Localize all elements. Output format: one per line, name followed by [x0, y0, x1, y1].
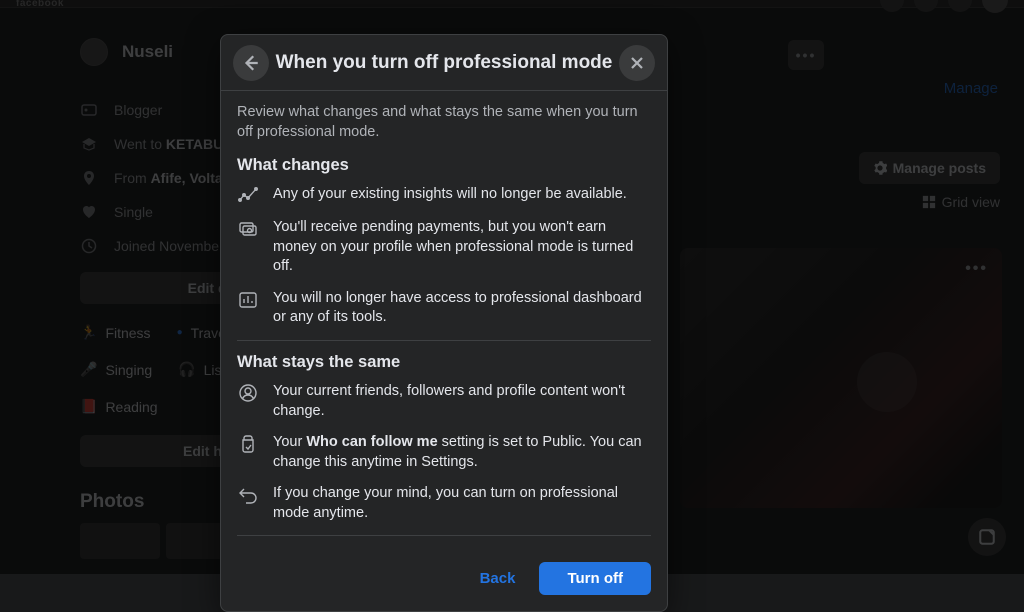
- change-item-dashboard: You will no longer have access to profes…: [237, 289, 651, 328]
- what-stays-heading: What stays the same: [237, 353, 651, 372]
- change-dashboard-text: You will no longer have access to profes…: [273, 289, 651, 328]
- dashboard-icon: [237, 290, 259, 310]
- stays-item-follow-setting: Your Who can follow me setting is set to…: [237, 433, 651, 472]
- stays-revert-text: If you change your mind, you can turn on…: [273, 484, 651, 523]
- stays-friends-text: Your current friends, followers and prof…: [273, 382, 651, 421]
- arrow-left-icon: [242, 54, 260, 72]
- turn-off-button[interactable]: Turn off: [539, 562, 651, 595]
- close-button[interactable]: [619, 45, 655, 81]
- stays-item-friends: Your current friends, followers and prof…: [237, 382, 651, 421]
- undo-icon: [237, 485, 259, 505]
- profile-icon: [237, 383, 259, 403]
- close-icon: [629, 55, 645, 71]
- insights-icon: [237, 186, 259, 206]
- change-item-insights: Any of your existing insights will no lo…: [237, 185, 651, 206]
- stays-item-revert: If you change your mind, you can turn on…: [237, 484, 651, 523]
- back-text-button[interactable]: Back: [466, 562, 530, 595]
- dialog-title: When you turn off professional mode: [276, 52, 613, 74]
- settings-jar-icon: [237, 434, 259, 454]
- dialog-subtitle: Review what changes and what stays the s…: [237, 103, 651, 142]
- change-insights-text: Any of your existing insights will no lo…: [273, 185, 627, 205]
- change-payments-text: You'll receive pending payments, but you…: [273, 218, 651, 277]
- money-icon: [237, 219, 259, 239]
- back-button[interactable]: [233, 45, 269, 81]
- stays-follow-text: Your Who can follow me setting is set to…: [273, 433, 651, 472]
- turn-off-professional-mode-dialog: When you turn off professional mode Revi…: [220, 34, 668, 612]
- change-item-payments: You'll receive pending payments, but you…: [237, 218, 651, 277]
- what-changes-heading: What changes: [237, 156, 651, 175]
